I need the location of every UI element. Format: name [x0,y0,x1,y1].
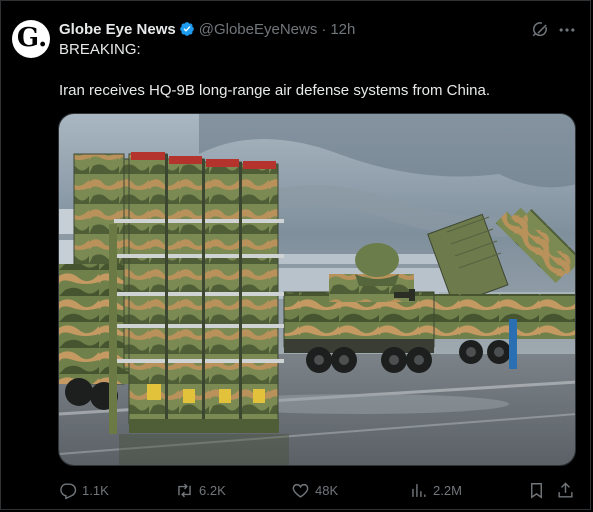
air-defense-photo [59,114,575,465]
share-icon [558,481,573,498]
tweet-text-line-1: BREAKING: [59,41,141,58]
reply-button[interactable]: 1.1K [58,479,109,501]
share-button[interactable] [556,479,580,501]
bookmark-button[interactable] [527,479,551,501]
tweet-text-line-2: Iran receives HQ-9B long-range air defen… [59,82,491,99]
bookmark-icon [531,482,542,499]
tweet-card[interactable]: G. Globe Eye News @GlobeEyeNews · 12h BR… [0,0,591,510]
separator-dot: · [321,20,327,38]
handle[interactable]: @GlobeEyeNews [199,21,318,38]
repost-icon [178,483,191,497]
like-button[interactable]: 48K [291,479,338,501]
more-icon[interactable] [557,20,577,40]
avatar[interactable]: G. [12,20,50,58]
repost-count: 6.2K [199,482,226,498]
timestamp[interactable]: 12h [330,21,355,38]
tweet-header: Globe Eye News @GlobeEyeNews · 12h [59,19,355,39]
view-count: 2.2M [433,482,462,498]
views-icon [412,483,426,497]
repost-button[interactable]: 6.2K [175,479,226,501]
reply-count: 1.1K [82,482,109,498]
display-name[interactable]: Globe Eye News [59,21,176,38]
action-bar: 1.1K 6.2K 48K 2.2M [1,479,593,501]
tweet-photo[interactable] [58,113,576,466]
reply-icon [60,482,77,500]
avatar-letter: G. [16,23,48,53]
grok-icon[interactable] [531,20,549,38]
views-button[interactable]: 2.2M [409,479,462,501]
like-count: 48K [315,482,339,498]
heart-icon [292,483,309,498]
verified-badge-icon [179,21,195,37]
